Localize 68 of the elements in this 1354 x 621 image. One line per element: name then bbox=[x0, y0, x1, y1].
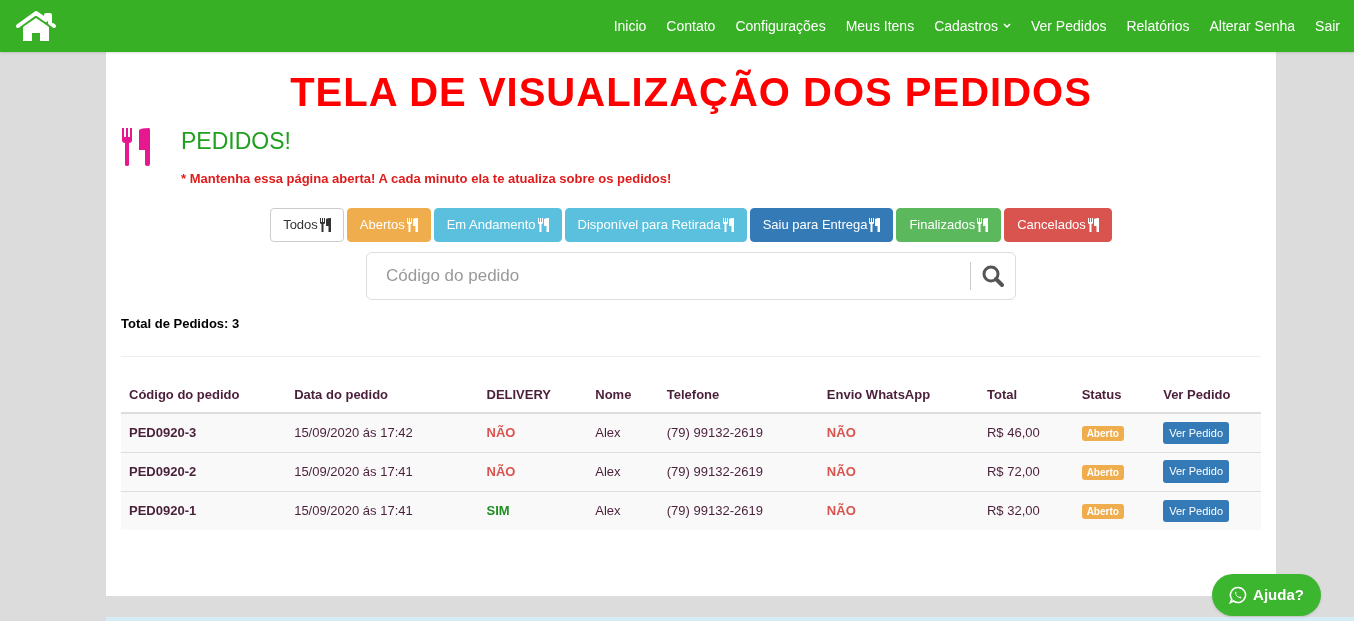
filter-button[interactable]: Finalizados bbox=[896, 208, 1002, 242]
filter-button[interactable]: Saiu para Entrega bbox=[749, 208, 894, 242]
whatsapp-value: NÃO bbox=[826, 425, 856, 440]
filter-button[interactable]: Cancelados bbox=[1004, 208, 1112, 242]
home-icon[interactable] bbox=[15, 11, 57, 41]
column-header: Nome bbox=[587, 376, 659, 413]
nav-link[interactable]: Sair bbox=[1315, 15, 1340, 37]
nav-link[interactable]: Configurações bbox=[735, 15, 826, 37]
whatsapp-icon bbox=[1229, 586, 1248, 604]
column-header: Status bbox=[1073, 376, 1156, 413]
phone-number: (79) 99132-2619 bbox=[666, 425, 763, 440]
status-badge: Aberto bbox=[1081, 464, 1124, 480]
delivery-value: SIM bbox=[486, 503, 510, 518]
order-code: PED0920-3 bbox=[129, 425, 197, 440]
total-label: Total de Pedidos: 3 bbox=[121, 315, 241, 333]
column-header: Código do pedido bbox=[121, 376, 287, 413]
cutlery-icon bbox=[869, 218, 881, 232]
filter-button[interactable]: Todos bbox=[270, 208, 344, 242]
order-code: PED0920-2 bbox=[129, 463, 197, 479]
search-icon[interactable] bbox=[981, 264, 1005, 288]
help-button[interactable]: Ajuda? bbox=[1212, 574, 1321, 616]
cutlery-icon bbox=[1087, 218, 1099, 232]
status-badge: Aberto bbox=[1081, 426, 1124, 441]
cutlery-icon bbox=[722, 218, 734, 232]
nav-link[interactable]: Contato bbox=[666, 15, 716, 37]
view-order-button[interactable]: Ver Pedido bbox=[1163, 421, 1229, 444]
column-header: Data do pedido bbox=[286, 376, 479, 413]
cutlery-icon bbox=[319, 218, 331, 232]
view-order-button[interactable]: Ver Pedido bbox=[1163, 460, 1229, 483]
cutlery-icon bbox=[121, 128, 151, 166]
delivery-value: NÃO bbox=[486, 425, 516, 440]
status-badge: Aberto bbox=[1081, 504, 1124, 519]
nav-link[interactable]: Alterar Senha bbox=[1209, 15, 1296, 37]
nav-link[interactable]: Relatórios bbox=[1126, 15, 1190, 37]
order-total: R$ 72,00 bbox=[986, 463, 1040, 479]
customer-name: Alex bbox=[595, 463, 621, 479]
column-header: DELIVERY bbox=[478, 376, 588, 413]
cutlery-icon bbox=[406, 218, 418, 232]
page-heading: PEDIDOS! bbox=[181, 127, 292, 156]
column-header: Telefone bbox=[658, 376, 819, 413]
whatsapp-value: NÃO bbox=[826, 503, 856, 518]
filter-button[interactable]: Em Andamento bbox=[433, 208, 562, 242]
whatsapp-value: NÃO bbox=[826, 463, 856, 479]
order-date: 15/09/2020 ás 17:42 bbox=[294, 425, 413, 440]
nav-link[interactable]: Cadastros bbox=[934, 15, 1011, 37]
phone-number: (79) 99132-2619 bbox=[666, 463, 763, 479]
cutlery-icon bbox=[977, 218, 989, 232]
delivery-value: NÃO bbox=[486, 463, 516, 479]
cutlery-icon bbox=[537, 218, 549, 232]
filter-button[interactable]: Abertos bbox=[346, 208, 431, 242]
order-total: R$ 32,00 bbox=[986, 503, 1040, 518]
customer-name: Alex bbox=[595, 425, 621, 440]
nav-link[interactable]: Meus Itens bbox=[845, 15, 915, 37]
nav-link[interactable]: Inicio bbox=[613, 15, 647, 37]
notice-text: * Mantenha essa página aberta! A cada minuto ela te atualiza sobre os pedidos! bbox=[181, 169, 672, 188]
filter-button[interactable]: Disponível para Retirada bbox=[564, 208, 747, 242]
order-date: 15/09/2020 ás 17:41 bbox=[294, 503, 413, 518]
column-header: Ver Pedido bbox=[1155, 376, 1261, 413]
nav-link[interactable]: Ver Pedidos bbox=[1030, 15, 1107, 37]
order-total: R$ 46,00 bbox=[986, 425, 1040, 440]
order-date: 15/09/2020 ás 17:41 bbox=[294, 463, 413, 479]
column-header: Envio WhatsApp bbox=[818, 376, 979, 413]
view-order-button[interactable]: Ver Pedido bbox=[1163, 499, 1229, 522]
column-header: Total bbox=[978, 376, 1074, 413]
order-code: PED0920-1 bbox=[129, 503, 197, 518]
phone-number: (79) 99132-2619 bbox=[666, 503, 763, 518]
customer-name: Alex bbox=[595, 503, 621, 518]
caret-icon bbox=[1002, 23, 1011, 29]
